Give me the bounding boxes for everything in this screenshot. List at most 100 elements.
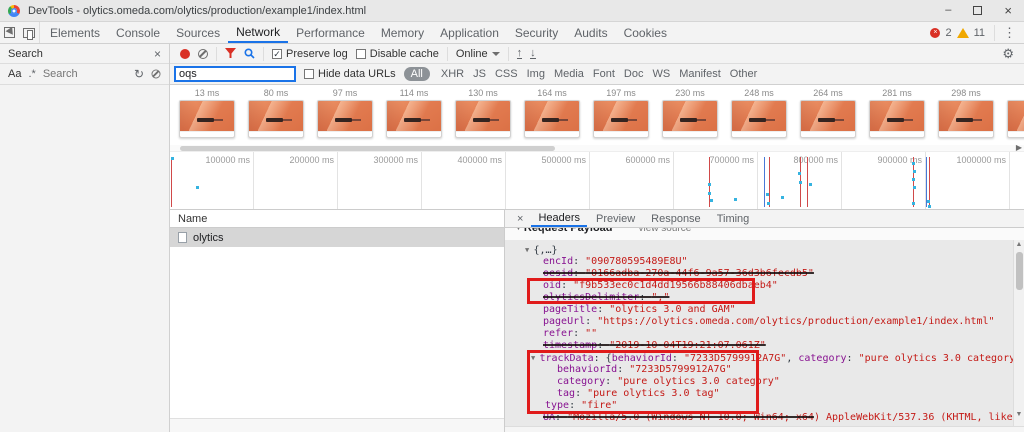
details-tab-headers[interactable]: Headers: [531, 210, 587, 227]
scroll-down-icon[interactable]: ▼: [1014, 411, 1024, 418]
column-header-name[interactable]: Name: [170, 210, 504, 228]
tab-audits[interactable]: Audits: [566, 22, 615, 43]
details-tab-preview[interactable]: Preview: [589, 210, 642, 227]
details-scrollbar[interactable]: ▲ ▼: [1013, 240, 1024, 426]
restore-button[interactable]: [973, 6, 982, 15]
regex-toggle[interactable]: .*: [28, 68, 35, 80]
clear-network-icon[interactable]: [198, 49, 208, 59]
filmstrip-thumbnail[interactable]: [869, 100, 925, 138]
tab-console[interactable]: Console: [108, 22, 168, 43]
close-button[interactable]: ×: [1004, 5, 1012, 16]
search-panel-close-icon[interactable]: ×: [154, 47, 161, 61]
filter-type-js[interactable]: JS: [473, 68, 486, 80]
filmstrip: 13 ms80 ms97 ms114 ms130 ms164 ms197 ms2…: [170, 85, 1024, 145]
filter-type-doc[interactable]: Doc: [624, 68, 644, 80]
view-source-link[interactable]: view source: [639, 228, 692, 234]
close-details-icon[interactable]: ×: [511, 210, 529, 227]
filmstrip-thumbnail[interactable]: [179, 100, 235, 138]
tab-network[interactable]: Network: [228, 22, 288, 43]
timeline-overview[interactable]: 100000 ms200000 ms300000 ms400000 ms5000…: [170, 152, 1024, 210]
payload-plain-segment: :: [573, 256, 585, 267]
document-icon: [178, 232, 187, 243]
payload-line[interactable]: type: "fire": [505, 400, 1024, 412]
search-network-icon[interactable]: [244, 48, 255, 59]
clear-search-icon[interactable]: [152, 70, 161, 79]
payload-line[interactable]: oesid: "0166adba-270a-44f6-9a57-36d3b6fe…: [505, 268, 1024, 280]
device-toolbar-icon[interactable]: [23, 28, 35, 38]
more-options-icon[interactable]: ⋮: [994, 25, 1016, 41]
tab-cookies[interactable]: Cookies: [616, 22, 675, 43]
payload-line[interactable]: encId: "090780595489E8U": [505, 256, 1024, 268]
filter-type-manifest[interactable]: Manifest: [679, 68, 721, 80]
warning-count[interactable]: 11: [974, 27, 985, 39]
filmstrip-thumbnail[interactable]: [386, 100, 442, 138]
scrollbar-thumb[interactable]: [1016, 252, 1023, 290]
payload-line[interactable]: UA: "Mozilla/5.0 (Windows NT 10.0; Win64…: [505, 412, 1024, 424]
preserve-log-checkbox[interactable]: ✓ Preserve log: [272, 48, 348, 60]
payload-line[interactable]: refer: "": [505, 328, 1024, 340]
filter-type-css[interactable]: CSS: [495, 68, 518, 80]
disable-cache-checkbox[interactable]: Disable cache: [356, 48, 439, 60]
payload-line[interactable]: olyticsDelimiter: ",": [505, 292, 1024, 304]
payload-line[interactable]: tag: "pure olytics 3.0 tag": [505, 388, 1024, 400]
filmstrip-thumbnail[interactable]: [938, 100, 994, 138]
filter-type-other[interactable]: Other: [730, 68, 758, 80]
triangle-down-icon[interactable]: ▼: [515, 228, 524, 232]
filter-type-ws[interactable]: WS: [652, 68, 670, 80]
filmstrip-thumbnail[interactable]: [317, 100, 373, 138]
error-count[interactable]: 2: [945, 27, 951, 39]
search-input[interactable]: [43, 68, 127, 80]
table-row[interactable]: olytics: [170, 228, 504, 247]
payload-line[interactable]: pageUrl: "https://olytics.omeda.com/olyt…: [505, 316, 1024, 328]
details-tab-response[interactable]: Response: [644, 210, 708, 227]
filmstrip-thumbnail[interactable]: [248, 100, 304, 138]
payload-line[interactable]: ▼ trackData: {behaviorId: "7233D5799912A…: [505, 352, 1024, 364]
checkbox-checked-icon[interactable]: ✓: [272, 49, 282, 59]
filter-type-font[interactable]: Font: [593, 68, 615, 80]
tab-elements[interactable]: Elements: [42, 22, 108, 43]
scroll-up-icon[interactable]: ▲: [1014, 241, 1024, 248]
payload-line[interactable]: timestamp: "2019-10-04T19:21:07.061Z": [505, 340, 1024, 352]
filmstrip-thumbnail[interactable]: [524, 100, 580, 138]
tab-sources[interactable]: Sources: [168, 22, 228, 43]
filmstrip-thumbnail[interactable]: [731, 100, 787, 138]
filmstrip-thumbnail[interactable]: [662, 100, 718, 138]
gear-icon[interactable]: ⚙: [1002, 46, 1014, 62]
tab-security[interactable]: Security: [507, 22, 566, 43]
filmstrip-thumbnail[interactable]: [455, 100, 511, 138]
filmstrip-scrollbar[interactable]: ▶: [170, 145, 1024, 152]
tab-performance[interactable]: Performance: [288, 22, 373, 43]
details-tab-timing[interactable]: Timing: [710, 210, 757, 227]
payload-line[interactable]: category: "pure olytics 3.0 category": [505, 376, 1024, 388]
checkbox-unchecked-icon[interactable]: [356, 49, 366, 59]
filmstrip-thumbnail[interactable]: [800, 100, 856, 138]
payload-line[interactable]: pageTitle: "olytics 3.0 and GAM": [505, 304, 1024, 316]
inspect-element-icon[interactable]: [4, 27, 15, 38]
minimize-button[interactable]: –: [945, 5, 951, 16]
filter-input[interactable]: [174, 66, 296, 82]
filmstrip-thumbnail[interactable]: [1007, 100, 1024, 138]
filter-type-xhr[interactable]: XHR: [441, 68, 464, 80]
filter-type-media[interactable]: Media: [554, 68, 584, 80]
payload-line[interactable]: oid: "f9b533ec0c1d4dd19566b88406dbaeb4": [505, 280, 1024, 292]
network-toolbar: ✓ Preserve log Disable cache Online ↑ ↓ …: [170, 44, 1024, 64]
refresh-icon[interactable]: ↻: [134, 67, 144, 81]
filter-icon[interactable]: [225, 48, 236, 59]
throttling-dropdown[interactable]: Online: [456, 48, 500, 60]
hide-data-urls-checkbox[interactable]: Hide data URLs: [304, 68, 396, 80]
scroll-right-icon[interactable]: ▶: [1016, 143, 1022, 152]
filmstrip-thumbnail[interactable]: [593, 100, 649, 138]
payload-line[interactable]: ▼ {,…}: [505, 244, 1024, 256]
match-case-toggle[interactable]: Aa: [8, 68, 21, 80]
scrollbar-thumb[interactable]: [180, 146, 555, 151]
import-har-icon[interactable]: ↓: [530, 48, 536, 59]
export-har-icon[interactable]: ↑: [517, 48, 523, 59]
filter-type-img[interactable]: Img: [527, 68, 545, 80]
tab-application[interactable]: Application: [432, 22, 507, 43]
payload-line[interactable]: behaviorId: "7233D5799912A7G": [505, 364, 1024, 376]
record-icon[interactable]: [180, 49, 190, 59]
tab-memory[interactable]: Memory: [373, 22, 432, 43]
checkbox-unchecked-icon[interactable]: [304, 69, 314, 79]
filter-type-all[interactable]: All: [404, 67, 430, 81]
devtools-tab-bar: ElementsConsoleSourcesNetworkPerformance…: [0, 22, 1024, 44]
